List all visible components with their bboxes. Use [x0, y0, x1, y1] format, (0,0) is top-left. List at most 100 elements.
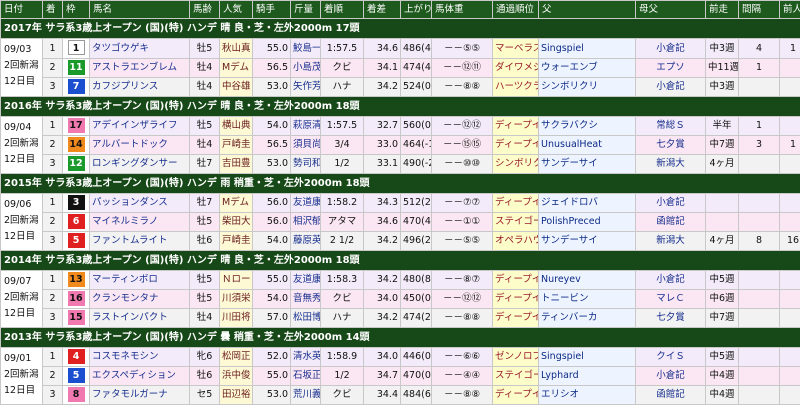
jockey-link[interactable]: 川田将	[219, 308, 253, 328]
sire-link[interactable]: ステイゴールド	[492, 366, 539, 386]
trainer-link[interactable]: 勢司和	[290, 154, 321, 174]
jockey-link[interactable]: 横山典	[219, 116, 253, 136]
horse-name-link[interactable]: タツゴウゲキ	[89, 38, 190, 59]
trainer-link[interactable]: 松田博	[290, 308, 321, 328]
trainer-link[interactable]: 石坂正	[290, 366, 321, 386]
jockey-link[interactable]: 戸崎圭	[219, 231, 253, 251]
damsire-link[interactable]: PolishPreced	[538, 212, 636, 232]
column-header[interactable]: 着順	[320, 0, 364, 19]
column-header[interactable]: 馬齢	[189, 0, 220, 19]
column-header[interactable]: 馬名	[89, 0, 190, 19]
horse-name-link[interactable]: クランモンタナ	[89, 289, 190, 309]
column-header[interactable]: 上がり	[400, 0, 432, 19]
trainer-link[interactable]: 清水英	[290, 347, 321, 367]
jockey-link[interactable]: 戸崎圭	[219, 135, 253, 155]
damsire-link[interactable]: サクラバクシ	[538, 116, 636, 136]
jockey-link[interactable]: 秋山真	[219, 38, 253, 59]
previous-race-link[interactable]: エプソ	[635, 58, 706, 78]
horse-name-link[interactable]: パッションダンス	[89, 193, 190, 213]
sire-link[interactable]: シンボリクリスエス	[492, 154, 539, 174]
damsire-link[interactable]: ティンバーカ	[538, 308, 636, 328]
sire-link[interactable]: オペラハウス	[492, 231, 539, 251]
trainer-link[interactable]: 相沢郁	[290, 212, 321, 232]
sire-link[interactable]: ステイゴールド	[492, 212, 539, 232]
damsire-link[interactable]: サンデーサイ	[538, 231, 636, 251]
jockey-link[interactable]: Ｎロー	[219, 270, 253, 290]
previous-race-link[interactable]: 小倉記	[635, 193, 706, 213]
jockey-link[interactable]: 中谷雄	[219, 77, 253, 97]
race-title[interactable]: 2014年 サラ系3歳上オープン (国)(特) ハンデ 晴 良・芝・左外2000…	[0, 250, 800, 271]
previous-race-link[interactable]: 函館記	[635, 212, 706, 232]
column-header[interactable]: 前走	[705, 0, 739, 19]
sire-link[interactable]: ディープインパクト	[492, 135, 539, 155]
trainer-link[interactable]: 鮫島一	[290, 38, 321, 59]
sire-link[interactable]: ディープインパクト	[492, 385, 539, 405]
trainer-link[interactable]: 友道康	[290, 270, 321, 290]
trainer-link[interactable]: 友道康	[290, 193, 321, 213]
column-header[interactable]: 間隔	[738, 0, 780, 19]
previous-race-link[interactable]: 新潟大	[635, 154, 706, 174]
trainer-link[interactable]: 荒川義	[290, 385, 321, 405]
jockey-link[interactable]: Mデム	[219, 193, 253, 213]
column-header[interactable]: 母父	[635, 0, 706, 19]
jockey-link[interactable]: 田辺裕	[219, 385, 253, 405]
sire-link[interactable]: ディープインパクト	[492, 193, 539, 213]
race-title[interactable]: 2016年 サラ系3歳上オープン (国)(特) ハンデ 晴 良・芝・左外2000…	[0, 96, 800, 117]
sire-link[interactable]: ディープインパクト	[492, 289, 539, 309]
horse-name-link[interactable]: アデイインザライフ	[89, 116, 190, 136]
previous-race-link[interactable]: 小倉記	[635, 77, 706, 97]
column-header[interactable]: 騎手	[252, 0, 291, 19]
horse-name-link[interactable]: コスモネモシン	[89, 347, 190, 367]
damsire-link[interactable]: Singspiel	[538, 38, 636, 59]
jockey-link[interactable]: 松岡正	[219, 347, 253, 367]
column-header[interactable]: 前人	[779, 0, 800, 19]
horse-name-link[interactable]: ファントムライト	[89, 231, 190, 251]
column-header[interactable]: 馬体重	[431, 0, 493, 19]
sire-link[interactable]: ゼンノロブロイ	[492, 347, 539, 367]
column-header[interactable]: 人気	[219, 0, 253, 19]
column-header[interactable]: 父	[538, 0, 636, 19]
race-title[interactable]: 2017年 サラ系3歳上オープン (国)(特) ハンデ 晴 良・芝・左外2000…	[0, 18, 800, 39]
damsire-link[interactable]: シンボリクリ	[538, 77, 636, 97]
trainer-link[interactable]: 藤原英	[290, 231, 321, 251]
previous-race-link[interactable]: 函館記	[635, 385, 706, 405]
horse-name-link[interactable]: ラストインパクト	[89, 308, 190, 328]
horse-name-link[interactable]: エクスペディション	[89, 366, 190, 386]
race-title[interactable]: 2015年 サラ系3歳上オープン (国)(特) ハンデ 雨 稍重・芝・左外200…	[0, 173, 800, 194]
sire-link[interactable]: マーベラスサンデー	[492, 38, 539, 59]
previous-race-link[interactable]: クイＳ	[635, 347, 706, 367]
sire-link[interactable]: ディープインパクト	[492, 308, 539, 328]
damsire-link[interactable]: ウォーエンブ	[538, 58, 636, 78]
jockey-link[interactable]: 浜中俊	[219, 366, 253, 386]
damsire-link[interactable]: サンデーサイ	[538, 154, 636, 174]
damsire-link[interactable]: トニービン	[538, 289, 636, 309]
previous-race-link[interactable]: 新潟大	[635, 231, 706, 251]
trainer-link[interactable]: 矢作芳	[290, 77, 321, 97]
damsire-link[interactable]: Lyphard	[538, 366, 636, 386]
sire-link[interactable]: ディープインパクト	[492, 116, 539, 136]
horse-name-link[interactable]: アストラエンブレム	[89, 58, 190, 78]
damsire-link[interactable]: エリシオ	[538, 385, 636, 405]
horse-name-link[interactable]: マーティンボロ	[89, 270, 190, 290]
previous-race-link[interactable]: マレＣ	[635, 289, 706, 309]
damsire-link[interactable]: UnusualHeat	[538, 135, 636, 155]
column-header[interactable]: 通過順位	[492, 0, 539, 19]
trainer-link[interactable]: 須貝尚	[290, 135, 321, 155]
horse-name-link[interactable]: アルバートドック	[89, 135, 190, 155]
column-header[interactable]: 枠	[62, 0, 90, 19]
previous-race-link[interactable]: 小倉記	[635, 366, 706, 386]
previous-race-link[interactable]: 小倉記	[635, 38, 706, 59]
damsire-link[interactable]: Nureyev	[538, 270, 636, 290]
previous-race-link[interactable]: 常総Ｓ	[635, 116, 706, 136]
horse-name-link[interactable]: ファタモルガーナ	[89, 385, 190, 405]
horse-name-link[interactable]: カフジプリンス	[89, 77, 190, 97]
damsire-link[interactable]: ジェイドロバ	[538, 193, 636, 213]
jockey-link[interactable]: 柴田大	[219, 212, 253, 232]
damsire-link[interactable]: Singspiel	[538, 347, 636, 367]
previous-race-link[interactable]: 小倉記	[635, 270, 706, 290]
horse-name-link[interactable]: マイネルミラノ	[89, 212, 190, 232]
column-header[interactable]: 着差	[363, 0, 401, 19]
jockey-link[interactable]: 川須栄	[219, 289, 253, 309]
jockey-link[interactable]: Mデム	[219, 58, 253, 78]
previous-race-link[interactable]: 七夕賞	[635, 135, 706, 155]
